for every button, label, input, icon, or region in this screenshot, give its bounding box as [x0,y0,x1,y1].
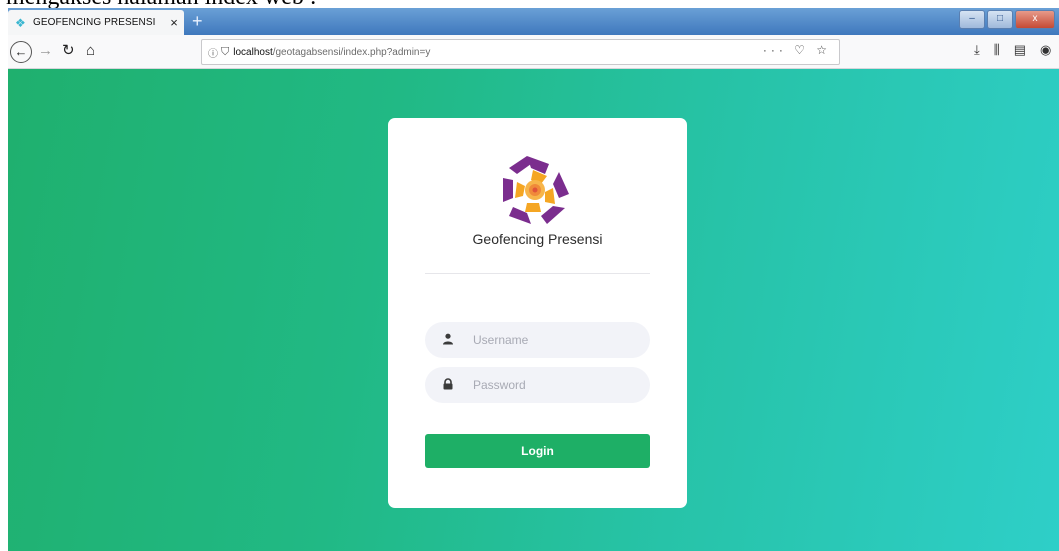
user-icon [425,333,471,348]
password-field[interactable] [425,367,650,403]
logo-icon [503,156,569,224]
login-button[interactable]: Login [425,434,650,468]
login-card: Geofencing Presensi Login [388,118,687,508]
tab-title: GEOFENCING PRESENSI [33,17,156,28]
new-tab-button[interactable]: + [192,10,203,32]
extension-icon[interactable]: ◉ [1040,42,1051,58]
permissions-icon[interactable]: ⛉ [221,46,229,59]
document-caption: mengakses halaman index web : [6,0,317,9]
lock-icon [425,377,471,393]
navigation-bar: ← → ↻ ⌂ ⓘ ⛉ localhost/geotagabsensi/inde… [8,35,1059,69]
window-controls: – □ x [959,10,1055,29]
username-input[interactable] [471,332,635,348]
reload-icon[interactable]: ↻ [62,41,75,61]
maximize-icon[interactable]: □ [987,10,1013,29]
minimize-icon[interactable]: – [959,10,985,29]
forward-icon[interactable]: → [38,41,53,61]
home-icon[interactable]: ⌂ [86,41,95,61]
close-window-icon[interactable]: x [1015,10,1055,29]
password-input[interactable] [471,377,635,393]
divider [425,273,650,274]
tab-strip: ❖ GEOFENCING PRESENSI × + – □ x [8,8,1059,35]
url-host: localhost [233,46,273,58]
app-title: Geofencing Presensi [472,231,603,247]
url-path: /geotagabsensi/index.php?admin=y [272,46,431,58]
favicon-icon: ❖ [15,15,26,30]
browser-tab[interactable]: ❖ GEOFENCING PRESENSI × [8,10,184,35]
back-icon[interactable]: ← [10,41,32,63]
page-actions-icons[interactable]: ··· ♡ ☆ [763,43,831,57]
download-icon[interactable]: ⤓ [974,42,980,58]
library-icon[interactable]: ⫼ [994,42,1000,58]
sidebar-icon[interactable]: ▤ [1014,42,1026,58]
username-field[interactable] [425,322,650,358]
site-info-icon[interactable]: ⓘ [208,45,218,60]
toolbar-icons: ⤓ ⫼ ▤ ◉ ≡ [974,42,1059,58]
page-background: Geofencing Presensi Login [8,69,1059,551]
tab-close-icon[interactable]: × [164,15,184,30]
address-bar[interactable]: ⓘ ⛉ localhost/geotagabsensi/index.php?ad… [201,39,840,65]
